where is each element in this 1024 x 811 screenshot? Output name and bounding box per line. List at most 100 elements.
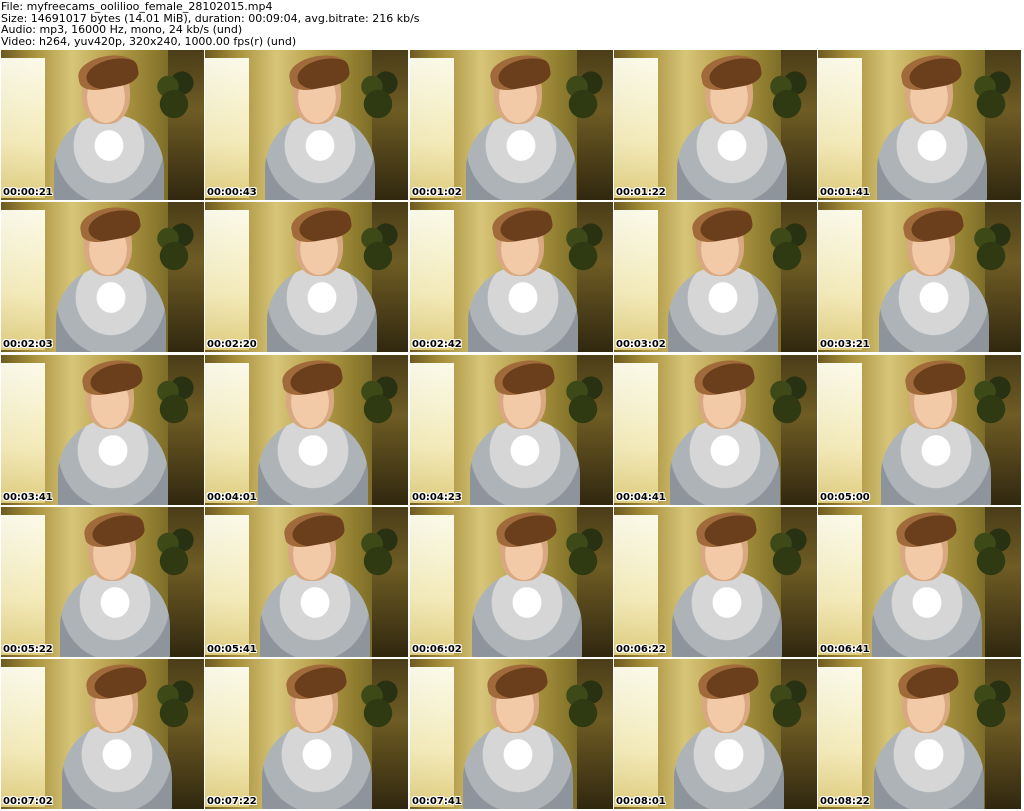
plant-background <box>563 62 603 132</box>
window-light <box>205 667 249 807</box>
person-hair <box>286 51 352 93</box>
plant-background <box>358 214 398 284</box>
window-light <box>410 210 454 350</box>
video-thumbnail: 00:05:41 <box>205 507 408 657</box>
person-torso <box>874 723 984 809</box>
person-hair <box>695 660 761 702</box>
plant-background <box>971 519 1011 589</box>
file-info-header: File: myfreecams_oolilioo_female_2810201… <box>0 0 1024 48</box>
thumbnail-timestamp: 00:02:03 <box>3 339 53 350</box>
person-torso <box>54 114 164 200</box>
person-torso <box>672 571 782 657</box>
video-thumbnail: 00:01:41 <box>818 50 1021 200</box>
window-light <box>205 363 249 503</box>
person-hair <box>691 356 757 398</box>
window-light <box>1 210 45 350</box>
video-thumbnail: 00:08:22 <box>818 659 1021 809</box>
person-hair <box>898 51 964 93</box>
plant-background <box>971 671 1011 741</box>
thumbnail-timestamp: 00:05:22 <box>3 644 53 655</box>
person-hair <box>902 356 968 398</box>
video-thumbnail: 00:00:21 <box>1 50 204 200</box>
video-thumbnail: 00:03:41 <box>1 355 204 505</box>
video-thumbnail: 00:01:22 <box>614 50 817 200</box>
video-thumbnail: 00:06:02 <box>410 507 613 657</box>
thumbnail-timestamp: 00:06:02 <box>412 644 462 655</box>
person-hair <box>491 356 557 398</box>
person-torso <box>58 419 168 505</box>
plant-background <box>358 519 398 589</box>
person-torso <box>258 419 368 505</box>
video-thumbnail: 00:02:03 <box>1 202 204 352</box>
video-thumbnail: 00:00:43 <box>205 50 408 200</box>
person-hair <box>895 660 961 702</box>
window-light <box>410 515 454 655</box>
thumbnail-timestamp: 00:04:23 <box>412 492 462 503</box>
window-light <box>818 58 862 198</box>
thumbnail-timestamp: 00:07:22 <box>207 796 257 807</box>
video-thumbnail: 00:06:22 <box>614 507 817 657</box>
person-hair <box>493 508 559 550</box>
video-thumbnail: 00:07:02 <box>1 659 204 809</box>
plant-background <box>563 367 603 437</box>
video-thumbnail: 00:05:00 <box>818 355 1021 505</box>
window-light <box>614 58 658 198</box>
plant-background <box>767 519 807 589</box>
plant-background <box>358 62 398 132</box>
window-light <box>1 58 45 198</box>
video-thumbnail: 00:03:21 <box>818 202 1021 352</box>
person-torso <box>262 723 372 809</box>
thumbnail-timestamp: 00:08:22 <box>820 796 870 807</box>
person-torso <box>872 571 982 657</box>
person-hair <box>487 51 553 93</box>
person-hair <box>689 203 755 245</box>
video-info-line: Video: h264, yuv420p, 320x240, 1000.00 f… <box>1 34 297 48</box>
window-light <box>205 210 249 350</box>
video-thumbnail: 00:03:02 <box>614 202 817 352</box>
window-light <box>1 515 45 655</box>
person-hair <box>283 660 349 702</box>
plant-background <box>971 214 1011 284</box>
person-hair <box>75 51 141 93</box>
person-hair <box>79 356 145 398</box>
person-hair <box>288 203 354 245</box>
plant-background <box>358 671 398 741</box>
thumbnail-timestamp: 00:02:42 <box>412 339 462 350</box>
thumbnail-timestamp: 00:05:41 <box>207 644 257 655</box>
window-light <box>1 667 45 807</box>
plant-background <box>154 214 194 284</box>
window-light <box>818 210 862 350</box>
window-light <box>410 667 454 807</box>
window-light <box>1 363 45 503</box>
video-thumbnail: 00:04:41 <box>614 355 817 505</box>
person-torso <box>260 571 370 657</box>
video-thumbnail: 00:02:42 <box>410 202 613 352</box>
thumbnail-timestamp: 00:00:43 <box>207 187 257 198</box>
video-thumbnail: 00:04:23 <box>410 355 613 505</box>
plant-background <box>971 62 1011 132</box>
window-light <box>614 667 658 807</box>
thumbnail-timestamp: 00:03:41 <box>3 492 53 503</box>
plant-background <box>767 671 807 741</box>
thumbnail-timestamp: 00:04:41 <box>616 492 666 503</box>
plant-background <box>767 367 807 437</box>
video-thumbnail: 00:06:41 <box>818 507 1021 657</box>
person-torso <box>466 114 576 200</box>
thumbnail-timestamp: 00:01:02 <box>412 187 462 198</box>
thumbnail-timestamp: 00:03:02 <box>616 339 666 350</box>
person-hair <box>83 660 149 702</box>
plant-background <box>563 671 603 741</box>
person-hair <box>900 203 966 245</box>
plant-background <box>971 367 1011 437</box>
video-thumbnail: 00:01:02 <box>410 50 613 200</box>
video-thumbnail: 00:07:22 <box>205 659 408 809</box>
window-light <box>818 515 862 655</box>
window-light <box>614 210 658 350</box>
video-thumbnail: 00:05:22 <box>1 507 204 657</box>
window-light <box>614 363 658 503</box>
plant-background <box>767 214 807 284</box>
person-torso <box>463 723 573 809</box>
person-torso <box>468 266 578 352</box>
thumbnail-timestamp: 00:06:22 <box>616 644 666 655</box>
video-thumbnail: 00:02:20 <box>205 202 408 352</box>
